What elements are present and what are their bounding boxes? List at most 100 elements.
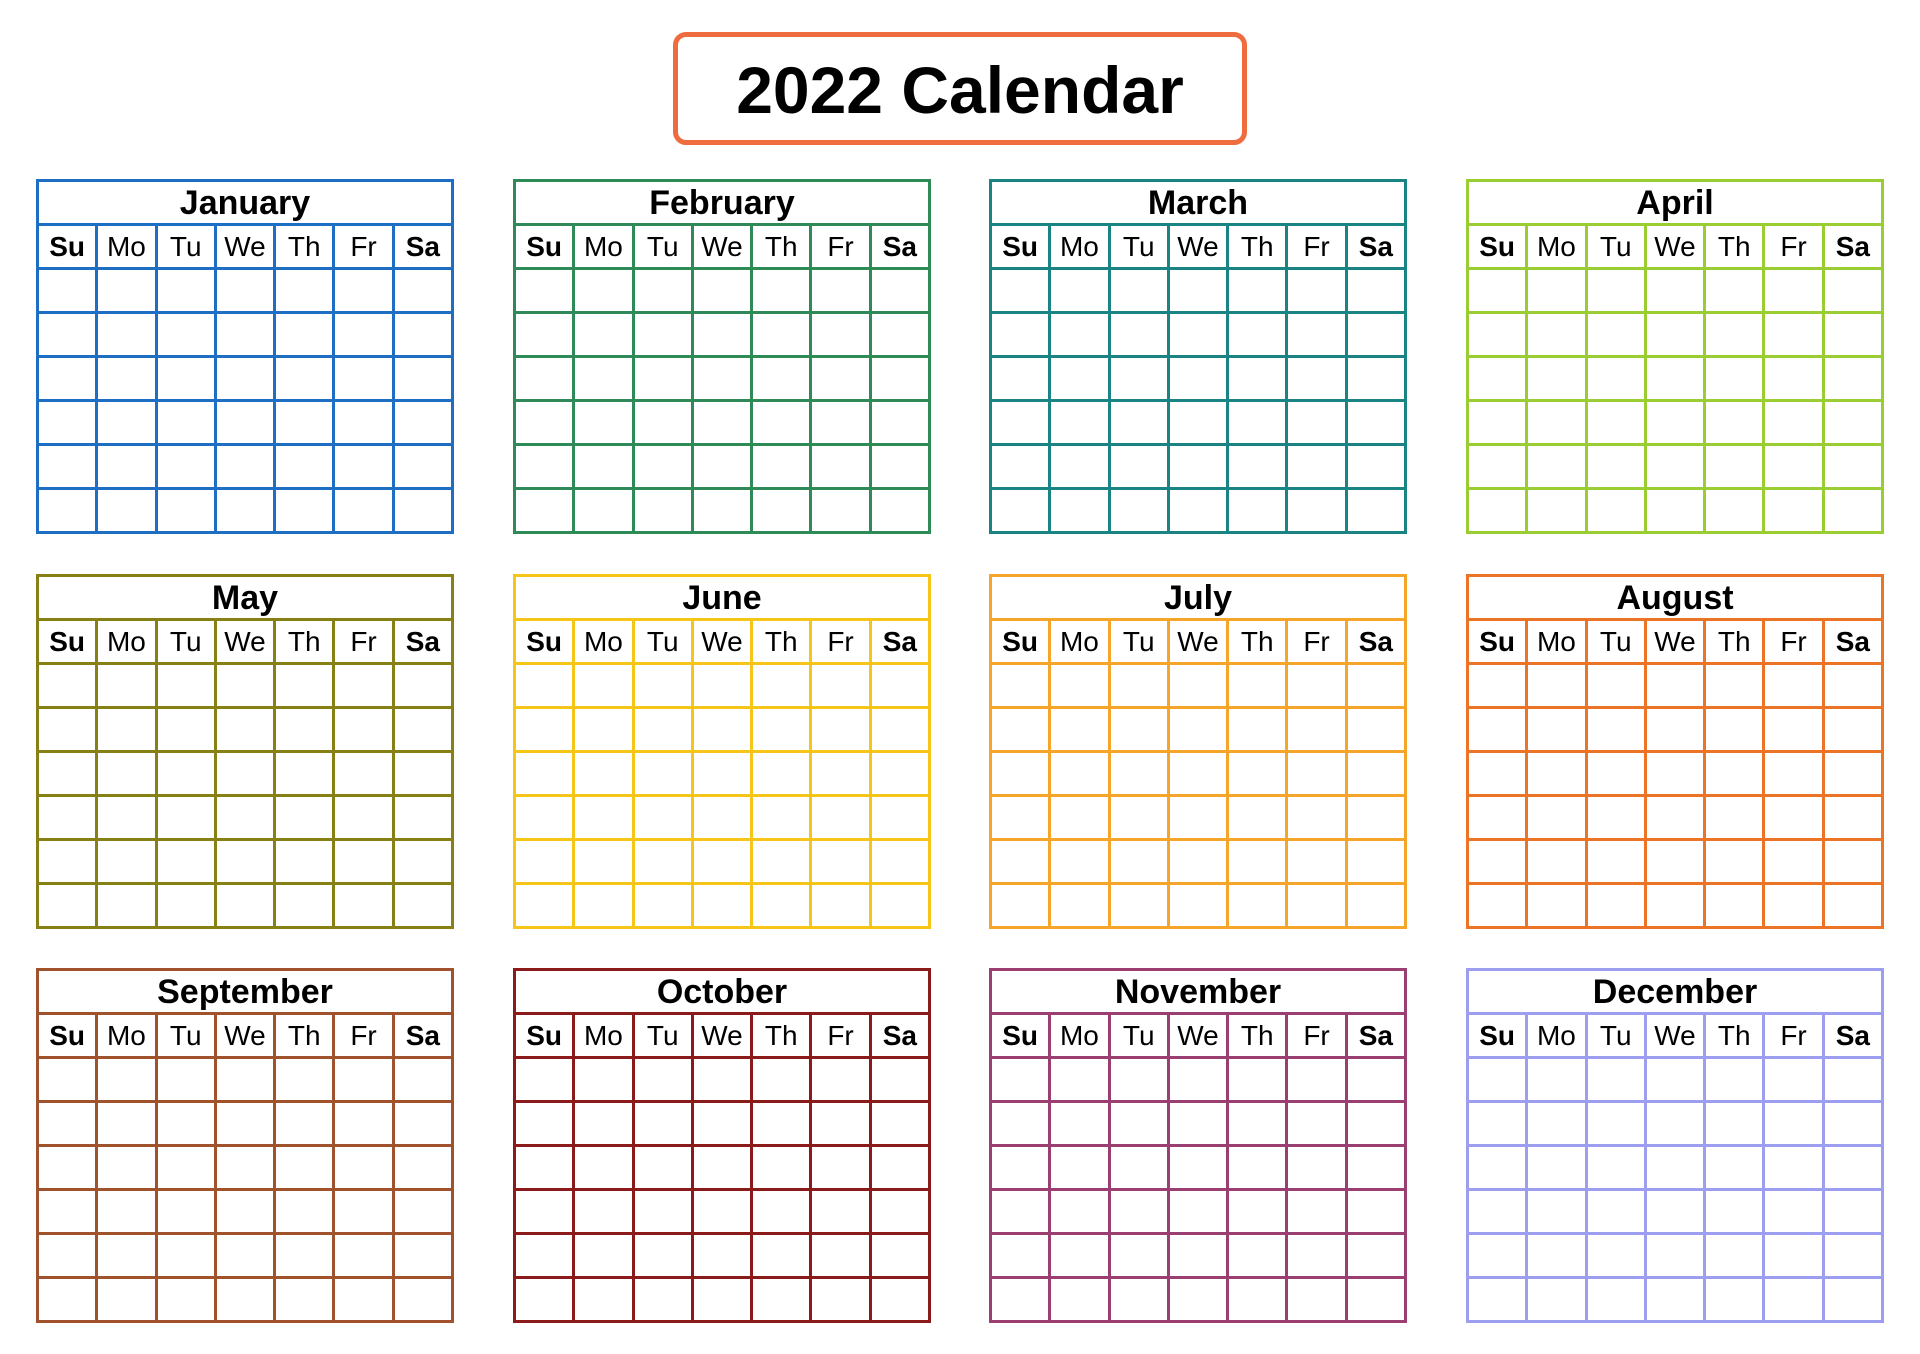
weekday-label: We — [690, 1012, 754, 1059]
week-row — [1465, 443, 1885, 490]
day-cell — [1285, 355, 1348, 402]
day-cell — [572, 882, 635, 929]
day-cell — [868, 838, 932, 885]
month-table: July Su Mo Tu We Th Fr Sa — [988, 574, 1408, 929]
weekday-label: Sa — [1821, 223, 1885, 270]
day-cell — [1584, 1144, 1647, 1191]
day-cell — [1643, 794, 1707, 841]
day-cell — [750, 1056, 813, 1103]
day-cell — [273, 1144, 336, 1191]
day-cell — [154, 838, 217, 885]
day-cell — [1762, 1276, 1825, 1323]
week-row — [35, 662, 455, 709]
weekday-label: Tu — [1107, 223, 1170, 270]
day-cell — [1465, 399, 1529, 446]
day-cell — [809, 750, 872, 797]
day-cell — [213, 399, 277, 446]
day-cell — [1107, 662, 1170, 709]
month-february: February Su Mo Tu We Th Fr Sa — [512, 179, 932, 534]
day-cell — [1107, 1100, 1170, 1147]
day-cell — [631, 882, 694, 929]
weekday-label: Th — [1226, 1012, 1289, 1059]
day-cell — [572, 1232, 635, 1279]
day-cell — [273, 706, 336, 753]
day-cell — [809, 882, 872, 929]
weekday-label: Su — [35, 223, 99, 270]
day-cell — [35, 838, 99, 885]
day-cell — [988, 794, 1052, 841]
weekday-label: Tu — [1584, 618, 1647, 665]
month-july: July Su Mo Tu We Th Fr Sa — [988, 574, 1408, 929]
day-cell — [35, 399, 99, 446]
day-cell — [1821, 1144, 1885, 1191]
week-row — [988, 882, 1408, 929]
day-cell — [868, 1232, 932, 1279]
day-cell — [391, 1188, 455, 1235]
day-cell — [512, 1276, 576, 1323]
month-april: April Su Mo Tu We Th Fr Sa — [1465, 179, 1885, 534]
day-cell — [572, 1056, 635, 1103]
day-cell — [988, 443, 1052, 490]
day-cell — [1166, 838, 1230, 885]
week-row — [988, 443, 1408, 490]
day-cell — [213, 355, 277, 402]
day-cell — [1821, 399, 1885, 446]
day-cell — [690, 1056, 754, 1103]
day-cell — [1584, 794, 1647, 841]
weekday-label: Sa — [868, 223, 932, 270]
weekday-header-row: Su Mo Tu We Th Fr Sa — [988, 618, 1408, 665]
day-cell — [332, 311, 395, 358]
day-cell — [1525, 662, 1588, 709]
week-row — [512, 1188, 932, 1235]
day-cell — [1584, 1056, 1647, 1103]
month-table: April Su Mo Tu We Th Fr Sa — [1465, 179, 1885, 534]
week-row — [988, 1100, 1408, 1147]
week-row — [1465, 1056, 1885, 1103]
day-cell — [1703, 267, 1766, 314]
month-name: July — [989, 574, 1407, 621]
week-row — [512, 1144, 932, 1191]
day-cell — [154, 882, 217, 929]
day-cell — [1465, 267, 1529, 314]
day-cell — [1107, 706, 1170, 753]
day-cell — [391, 355, 455, 402]
day-cell — [572, 1144, 635, 1191]
day-cell — [213, 662, 277, 709]
week-row — [35, 487, 455, 534]
day-cell — [1821, 487, 1885, 534]
day-cell — [631, 1276, 694, 1323]
day-cell — [35, 355, 99, 402]
day-cell — [750, 355, 813, 402]
day-cell — [1344, 838, 1408, 885]
day-cell — [1048, 443, 1111, 490]
day-cell — [1584, 1232, 1647, 1279]
day-cell — [154, 1276, 217, 1323]
day-cell — [572, 662, 635, 709]
weekday-header-row: Su Mo Tu We Th Fr Sa — [1465, 1012, 1885, 1059]
weekday-label: Tu — [631, 1012, 694, 1059]
weekday-label: Th — [1703, 223, 1766, 270]
week-row — [35, 355, 455, 402]
day-cell — [1703, 750, 1766, 797]
day-cell — [391, 399, 455, 446]
month-name: December — [1466, 968, 1884, 1015]
day-cell — [1643, 311, 1707, 358]
day-cell — [332, 267, 395, 314]
week-row — [35, 882, 455, 929]
week-row — [35, 311, 455, 358]
day-cell — [988, 1188, 1052, 1235]
day-cell — [1643, 399, 1707, 446]
day-cell — [1584, 443, 1647, 490]
day-cell — [391, 1056, 455, 1103]
week-row — [1465, 1100, 1885, 1147]
day-cell — [1285, 1056, 1348, 1103]
month-table: September Su Mo Tu We Th Fr Sa — [35, 968, 455, 1323]
day-cell — [1344, 267, 1408, 314]
day-cell — [572, 838, 635, 885]
day-cell — [1048, 706, 1111, 753]
week-row — [35, 1276, 455, 1323]
day-cell — [1166, 750, 1230, 797]
day-cell — [154, 1056, 217, 1103]
day-cell — [332, 1276, 395, 1323]
day-cell — [1584, 838, 1647, 885]
